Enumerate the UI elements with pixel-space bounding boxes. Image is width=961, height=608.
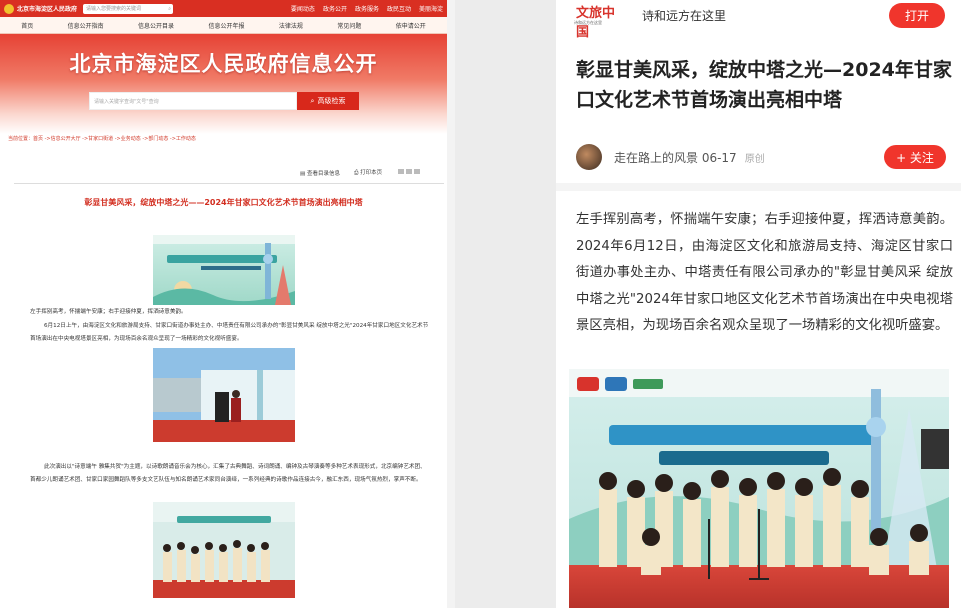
author-name-date[interactable]: 走在路上的风景 06-17 xyxy=(614,149,737,166)
section-separator xyxy=(556,183,961,191)
catalog-icon: ▤ xyxy=(300,170,307,177)
mobile-article-panel: 文旅中国 诗和远方在这里 诗和远方在这里 打开 彰显甘美风采，绽放中塔之光—20… xyxy=(556,0,961,608)
advanced-search-button[interactable]: ⌕ 高级检索 xyxy=(297,92,359,110)
top-links: 要闻动态 政务公开 政务服务 政民互动 美丽海淀 xyxy=(291,4,443,13)
top-link-open-gov[interactable]: 政务公开 xyxy=(323,4,347,13)
app-slogan: 诗和远方在这里 xyxy=(642,8,727,23)
performance-photo xyxy=(569,369,949,608)
children-photo xyxy=(153,502,295,598)
view-catalog-label: 查看目录信息 xyxy=(306,170,340,177)
stage-photo xyxy=(153,348,295,442)
top-link-news[interactable]: 要闻动态 xyxy=(291,4,315,13)
app-logo[interactable]: 文旅中国 诗和远方在这里 xyxy=(574,2,626,40)
divider xyxy=(14,183,444,184)
font-small-icon[interactable] xyxy=(414,169,421,174)
font-size-controls[interactable] xyxy=(396,169,421,176)
article-image-performance xyxy=(569,369,949,608)
gov-top-bar: 北京市海淀区人民政府 请输入您要搜索的关键词 ⌕ 要闻动态 政务公开 政务服务 … xyxy=(0,0,447,17)
article-paragraph-1: 左手挥别高考，怀揣端午安康；右手迎接仲夏，挥洒诗意美韵。 xyxy=(30,309,187,315)
search-icon: ⌕ xyxy=(310,96,315,105)
banner-search: 请输入关键字查询"文号"查询 ⌕ 高级检索 xyxy=(89,92,359,110)
avatar[interactable] xyxy=(576,144,602,170)
search-icon[interactable]: ⌕ xyxy=(168,6,171,12)
gov-website-panel: 北京市海淀区人民政府 请输入您要搜索的关键词 ⌕ 要闻动态 政务公开 政务服务 … xyxy=(0,0,447,608)
nav-item-laws[interactable]: 法律法规 xyxy=(279,21,303,30)
original-tag: 原创 xyxy=(744,153,765,165)
article-title: 彰显甘美风采，绽放中塔之光—2024年甘家口文化艺术节首场演出亮相中塔 xyxy=(576,59,952,111)
article-paragraph-2: 6月12日上午，由海淀区文化和旅游局支持、甘家口街道办事处主办、中塔责任有限公司… xyxy=(30,323,429,342)
print-button[interactable]: ⎙ 打印本页 xyxy=(354,168,382,177)
print-label: 打印本页 xyxy=(360,170,383,176)
top-link-beautiful-haidian[interactable]: 美丽海淀 xyxy=(419,4,443,13)
article-title: 彰显甘美风采，绽放中塔之光——2024年甘家口文化艺术节首场演出亮相中塔 xyxy=(84,198,363,207)
nav-item-apply[interactable]: 依申请公开 xyxy=(396,21,426,30)
main-nav: 首页 信息公开指南 信息公开目录 信息公开年报 法律法规 常见问题 依申请公开 xyxy=(0,17,447,34)
banner-search-layer: 请输入关键字查询"文号"查询 ⌕ 高级检索 xyxy=(0,34,447,134)
top-search-placeholder: 请输入您要搜索的关键词 xyxy=(86,6,142,12)
breadcrumb[interactable]: 当前位置：首页 ->信息公开大厅 ->甘家口街道 ->业务动态 ->部门动态 -… xyxy=(8,135,196,142)
article-paragraph-3: 此次演出以"诗意端午 雅集共贺"为主题，以诗歌朗诵音乐会为核心，汇集了古典舞蹈、… xyxy=(30,464,426,483)
national-emblem-icon xyxy=(4,3,14,14)
logo-subtitle: 诗和远方在这里 xyxy=(574,20,602,25)
poster-illustration xyxy=(153,235,295,305)
banner-search-input[interactable]: 请输入关键字查询"文号"查询 xyxy=(89,92,297,110)
screenshot-root: 北京市海淀区人民政府 请输入您要搜索的关键词 ⌕ 要闻动态 政务公开 政务服务 … xyxy=(0,0,961,608)
font-large-icon[interactable] xyxy=(398,169,405,174)
top-link-interaction[interactable]: 政民互动 xyxy=(387,4,411,13)
top-search-input[interactable]: 请输入您要搜索的关键词 ⌕ xyxy=(83,3,174,14)
nav-item-annual-report[interactable]: 信息公开年报 xyxy=(208,21,244,30)
app-header: 文旅中国 诗和远方在这里 诗和远方在这里 打开 xyxy=(556,0,961,40)
left-scrollbar[interactable] xyxy=(447,0,455,608)
nav-item-guide[interactable]: 信息公开指南 xyxy=(68,21,104,30)
article-image-stage xyxy=(153,348,295,442)
follow-button[interactable]: + 关注 xyxy=(884,145,946,169)
article-image-children xyxy=(153,502,295,598)
nav-item-catalog[interactable]: 信息公开目录 xyxy=(138,21,174,30)
nav-item-faq[interactable]: 常见问题 xyxy=(337,21,361,30)
article-body: 左手挥别高考，怀揣端午安康；右手迎接仲夏，挥洒诗意美韵。2024年6月12日，由… xyxy=(576,212,953,333)
nav-item-home[interactable]: 首页 xyxy=(21,21,33,30)
font-medium-icon[interactable] xyxy=(406,169,413,174)
open-app-button[interactable]: 打开 xyxy=(889,2,945,28)
advanced-search-label: 高级检索 xyxy=(317,97,346,105)
article-image-poster xyxy=(153,235,295,305)
page-tools: ▤ 查看目录信息 ⎙ 打印本页 xyxy=(300,168,421,177)
top-link-services[interactable]: 政务服务 xyxy=(355,4,379,13)
site-name[interactable]: 北京市海淀区人民政府 xyxy=(17,4,77,13)
author-row: 走在路上的风景 06-17 原创 + 关注 xyxy=(576,143,946,171)
view-catalog-button[interactable]: ▤ 查看目录信息 xyxy=(300,169,340,177)
